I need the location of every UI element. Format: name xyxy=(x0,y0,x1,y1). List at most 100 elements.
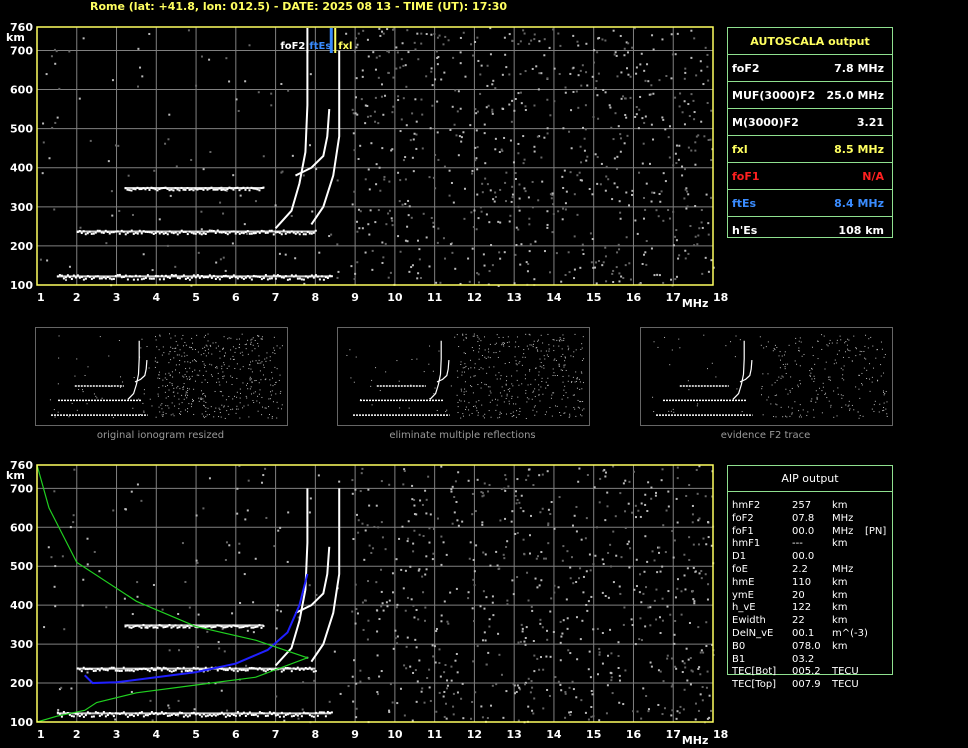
aip-value: 00.1 xyxy=(792,628,815,639)
y-tick-label: 500 xyxy=(10,123,33,136)
aip-unit: km xyxy=(832,615,848,627)
x-tick-label: 8 xyxy=(312,291,320,304)
x-tick-label: 17 xyxy=(666,728,681,741)
aip-value: 00.0 xyxy=(792,525,815,537)
x-tick-label: 5 xyxy=(192,291,200,304)
y-tick-label: 500 xyxy=(10,560,33,573)
x-tick-label: 1 xyxy=(37,728,45,741)
aip-unit: MHz xyxy=(832,525,854,537)
x-tick-label: 14 xyxy=(546,291,562,304)
fxl-marker-label: fxl xyxy=(338,41,352,52)
autoscala-label: fxl xyxy=(732,142,748,156)
x-tick-label: 12 xyxy=(467,728,482,741)
x-tick-label: 9 xyxy=(351,291,359,304)
aip-row: h_vE 122 km xyxy=(732,601,892,614)
y-tick-label: 100 xyxy=(10,716,33,729)
f2-trace xyxy=(274,50,309,229)
aip-unit: km xyxy=(832,602,848,614)
aip-name: hmE xyxy=(732,576,755,588)
aip-name: B1 xyxy=(732,653,746,665)
autoscala-value: 8.5 MHz xyxy=(834,142,884,156)
aip-unit: TECU xyxy=(832,679,859,691)
thumbnail-trace xyxy=(739,359,753,383)
aip-row: DelN_vE 00.1 m^(-3) xyxy=(732,627,892,640)
x-tick-label: 15 xyxy=(586,728,601,741)
x-tick-label: 7 xyxy=(272,728,280,741)
x-tick-label: 3 xyxy=(113,291,121,304)
aip-name: B0 xyxy=(732,640,746,652)
aip-value: 005.2 xyxy=(792,666,821,678)
thumbnail-trace xyxy=(732,340,745,400)
thumbnail-evidence xyxy=(640,327,893,426)
x-tick-label: 5 xyxy=(192,728,200,741)
aip-name: foF2 xyxy=(732,512,754,524)
x-tick-label: 15 xyxy=(586,291,601,304)
thumbnail-trace xyxy=(429,340,442,400)
x-tick-label: 18 xyxy=(713,291,728,304)
x-tick-label: 4 xyxy=(152,291,160,304)
aip-row: TEC[Bot] 005.2 TECU xyxy=(732,665,892,678)
aip-row: foF2 07.8 MHz xyxy=(732,512,892,525)
aip-value: 122 xyxy=(792,602,812,614)
aip-value: 20 xyxy=(792,589,805,601)
x-tick-label: 8 xyxy=(312,728,320,741)
aip-name: hmF1 xyxy=(732,538,761,550)
autoscala-row: foF2 7.8 MHz xyxy=(728,54,892,81)
aip-row: B1 03.2 xyxy=(732,653,892,666)
y-unit-label: km xyxy=(6,469,25,482)
x-tick-label: 2 xyxy=(73,291,81,304)
f2-second-trace xyxy=(295,109,331,177)
autoscala-value: N/A xyxy=(862,169,884,183)
x-tick-label: 12 xyxy=(467,291,482,304)
x-tick-label: 6 xyxy=(232,728,240,741)
aip-unit: km xyxy=(832,589,848,601)
aip-value: 00.0 xyxy=(792,551,815,563)
autoscala-title: AUTOSCALA output xyxy=(750,34,870,48)
autoscala-row: foF1 N/A xyxy=(728,162,892,189)
aip-row: hmE 110 km xyxy=(732,576,892,589)
autoscala-label: ftEs xyxy=(732,196,757,210)
aip-unit: MHz xyxy=(832,564,854,575)
x-tick-label: 11 xyxy=(427,728,442,741)
aip-name: foE xyxy=(732,564,748,575)
autoscala-label: foF2 xyxy=(732,61,760,75)
aip-name: h_vE xyxy=(732,602,756,614)
aip-value: 03.2 xyxy=(792,653,815,665)
thumbnail-original xyxy=(35,327,288,426)
aip-row: ymE 20 km xyxy=(732,589,892,602)
aip-name: TEC[Bot] xyxy=(732,666,777,678)
autoscala-label: foF1 xyxy=(732,169,760,183)
aip-value: 078.0 xyxy=(792,640,821,652)
autoscala-label: h'Es xyxy=(732,223,758,237)
aip-extra: [PN] xyxy=(865,525,887,537)
autoscala-panel: AUTOSCALA output foF2 7.8 MHz MUF(3000)F2 2… xyxy=(727,27,893,238)
x-tick-label: 1 xyxy=(37,291,45,304)
aip-unit: MHz xyxy=(832,512,854,524)
x-tick-label: 3 xyxy=(113,728,121,741)
x-tick-label: 18 xyxy=(713,728,728,741)
thumbnail-caption: eliminate multiple reflections xyxy=(389,430,536,441)
y-tick-label: 700 xyxy=(10,482,33,495)
aip-title: AIP output xyxy=(728,466,892,492)
aip-name: Ewidth xyxy=(732,615,766,627)
aip-row: foE 2.2 MHz xyxy=(732,563,892,576)
x-tick-label: 9 xyxy=(351,728,359,741)
aip-value: 257 xyxy=(792,500,812,511)
y-tick-label: 700 xyxy=(10,44,33,57)
aip-unit: m^(-3) xyxy=(832,628,868,639)
aip-value: --- xyxy=(792,538,803,550)
aip-row: TEC[Top] 007.9 TECU xyxy=(732,678,892,691)
y-tick-label: 300 xyxy=(10,638,33,651)
autoscala-label: M(3000)F2 xyxy=(732,115,799,129)
aip-name: ymE xyxy=(732,589,754,601)
autoscala-row: ftEs 8.4 MHz xyxy=(728,189,892,216)
fof2-marker-label: foF2 xyxy=(280,41,305,52)
thumbnail-trace xyxy=(134,359,148,383)
aip-name: hmF2 xyxy=(732,500,761,511)
thumbnail-trace xyxy=(436,359,450,383)
aip-unit: km xyxy=(832,538,848,550)
aip-name: TEC[Top] xyxy=(732,679,777,691)
x-tick-label: 10 xyxy=(387,291,403,304)
y-tick-label: 300 xyxy=(10,201,33,214)
autoscala-value: 7.8 MHz xyxy=(834,61,884,75)
